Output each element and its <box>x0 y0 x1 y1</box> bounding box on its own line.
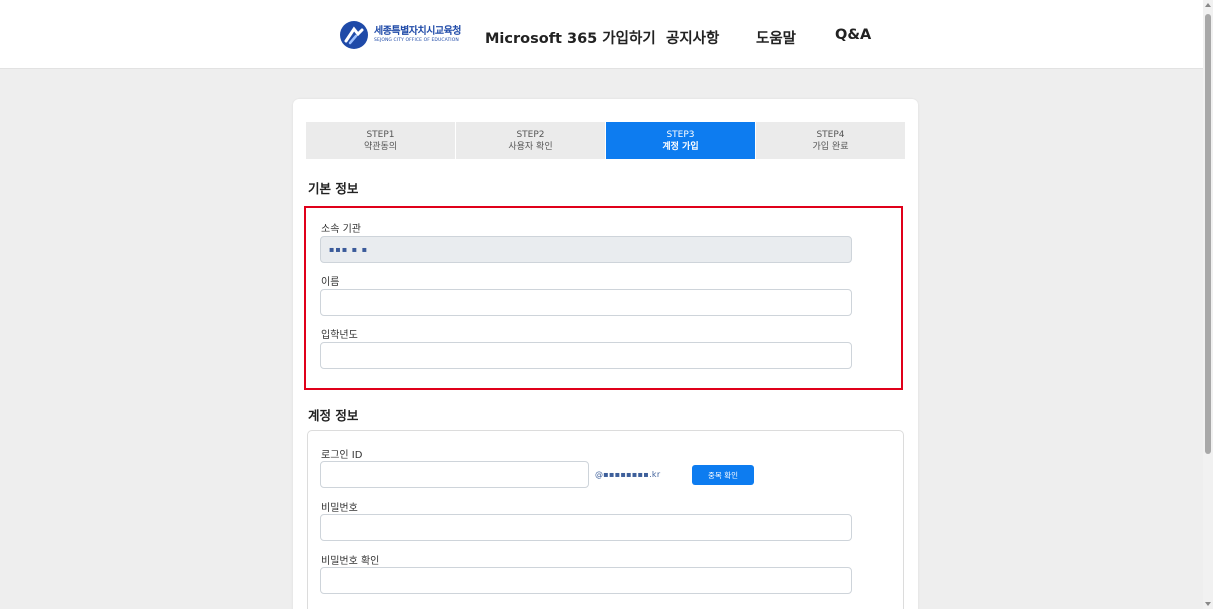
step-number: STEP4 <box>816 129 845 140</box>
step-3-active: STEP3 계정 가입 <box>606 122 755 159</box>
step-label: 계정 가입 <box>662 141 699 152</box>
nav-link-qna[interactable]: Q&A <box>835 27 871 43</box>
account-info-title: 계정 정보 <box>308 408 359 423</box>
org-field[interactable]: ▪▪▪ ▪ ▪ <box>320 236 852 263</box>
name-label: 이름 <box>321 277 340 288</box>
step-4: STEP4 가입 완료 <box>756 122 905 159</box>
org-value: ▪▪▪ ▪ ▪ <box>329 245 369 254</box>
logo-emblem-icon <box>340 21 368 49</box>
page-scrollbar[interactable] <box>1203 0 1213 609</box>
top-navbar: 세종특별자치시교육청 SEJONG CITY OFFICE OF EDUCATI… <box>0 0 1203 69</box>
email-domain: @▪▪▪▪▪▪▪▪.kr <box>595 470 661 479</box>
step-1: STEP1 약관동의 <box>306 122 455 159</box>
nav-link-signup[interactable]: Microsoft 365 가입하기 <box>485 27 656 48</box>
step-label: 약관동의 <box>363 141 398 152</box>
password-confirm-input[interactable] <box>320 567 852 594</box>
step-2: STEP2 사용자 확인 <box>456 122 605 159</box>
duplicate-check-button[interactable]: 중복 확인 <box>692 465 754 485</box>
nav-link-help[interactable]: 도움말 <box>756 27 796 48</box>
year-label: 입학년도 <box>321 330 358 341</box>
scroll-down-arrow-icon[interactable] <box>1205 602 1211 606</box>
basic-info-title: 기본 정보 <box>308 181 359 196</box>
site-logo[interactable]: 세종특별자치시교육청 SEJONG CITY OFFICE OF EDUCATI… <box>340 21 462 49</box>
password-confirm-label: 비밀번호 확인 <box>321 556 380 567</box>
logo-name-english: SEJONG CITY OFFICE OF EDUCATION <box>374 37 459 43</box>
step-progress: STEP1 약관동의 STEP2 사용자 확인 STEP3 계정 가입 STEP… <box>306 122 905 159</box>
login-id-label: 로그인 ID <box>321 450 363 461</box>
nav-link-notice[interactable]: 공지사항 <box>666 27 719 48</box>
step-number: STEP2 <box>516 129 545 140</box>
step-number: STEP3 <box>666 129 695 140</box>
password-label: 비밀번호 <box>321 503 358 514</box>
login-id-input[interactable] <box>320 461 589 488</box>
step-label: 가입 완료 <box>812 141 849 152</box>
admission-year-field[interactable] <box>320 342 852 369</box>
password-input[interactable] <box>320 514 852 541</box>
step-number: STEP1 <box>366 129 395 140</box>
scroll-thumb[interactable] <box>1205 14 1211 454</box>
step-label: 사용자 확인 <box>508 141 553 152</box>
org-label: 소속 기관 <box>321 224 361 235</box>
name-field[interactable] <box>320 289 852 316</box>
logo-name-korean: 세종특별자치시교육청 <box>374 25 462 37</box>
signup-form-card: STEP1 약관동의 STEP2 사용자 확인 STEP3 계정 가입 STEP… <box>293 99 918 609</box>
scroll-up-arrow-icon[interactable] <box>1205 3 1211 7</box>
